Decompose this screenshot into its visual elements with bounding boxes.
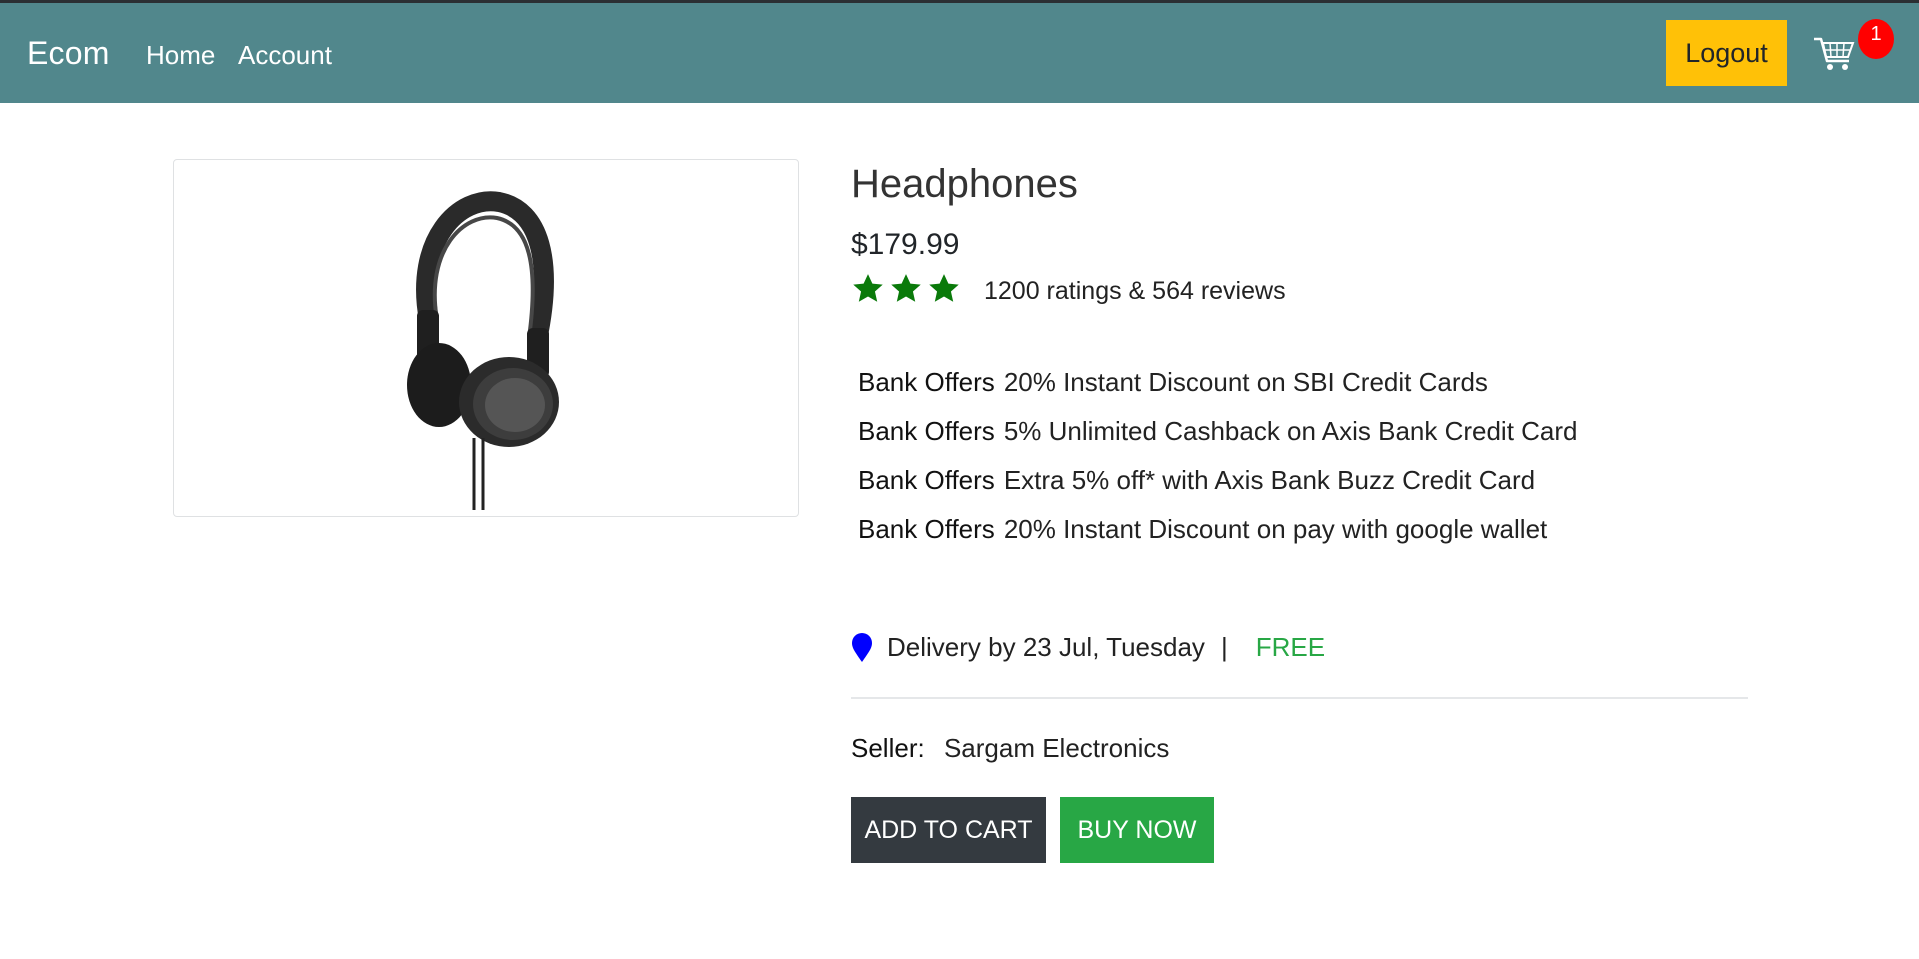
divider bbox=[851, 697, 1748, 699]
offer-label: Bank Offers bbox=[858, 367, 995, 397]
shopping-cart-icon[interactable] bbox=[1812, 31, 1856, 75]
delivery-cost: FREE bbox=[1255, 632, 1326, 662]
offer-text: 5% Unlimited Cashback on Axis Bank Credi… bbox=[1003, 416, 1578, 446]
seller-info: Seller: Sargam Electronics bbox=[851, 733, 1169, 764]
delivery-separator: | bbox=[1220, 632, 1228, 662]
star-icon bbox=[929, 274, 959, 302]
bank-offers-list: Bank Offers 20% Instant Discount on SBI … bbox=[858, 358, 1578, 554]
nav-home-link[interactable]: Home bbox=[146, 40, 215, 71]
nav-account-link[interactable]: Account bbox=[238, 40, 332, 71]
list-item: Bank Offers 20% Instant Discount on pay … bbox=[858, 505, 1578, 554]
rating-stars bbox=[851, 272, 961, 306]
rating-summary: 1200 ratings & 564 reviews bbox=[984, 277, 1286, 305]
star-icon bbox=[853, 274, 883, 302]
delivery-date: Delivery by 23 Jul, Tuesday bbox=[887, 632, 1205, 662]
offer-label: Bank Offers bbox=[858, 465, 995, 495]
offer-label: Bank Offers bbox=[858, 416, 995, 446]
offer-text: Extra 5% off* with Axis Bank Buzz Credit… bbox=[1003, 465, 1536, 495]
delivery-info: Delivery by 23 Jul, Tuesday | FREE bbox=[851, 632, 1325, 663]
navbar: Ecom Home Account Logout 1 bbox=[0, 3, 1919, 103]
add-to-cart-button[interactable]: ADD TO CART bbox=[851, 797, 1046, 863]
offer-text: 20% Instant Discount on SBI Credit Cards bbox=[1003, 367, 1488, 397]
seller-name: Sargam Electronics bbox=[943, 733, 1170, 763]
location-pin-icon bbox=[852, 632, 872, 662]
brand-logo[interactable]: Ecom bbox=[27, 35, 110, 72]
star-icon bbox=[891, 274, 921, 302]
offer-label: Bank Offers bbox=[858, 514, 995, 544]
cart-count-badge: 1 bbox=[1858, 19, 1894, 59]
headphones-image bbox=[407, 191, 559, 510]
product-price: $179.99 bbox=[851, 228, 960, 261]
seller-label: Seller: bbox=[851, 733, 925, 763]
logout-button[interactable]: Logout bbox=[1666, 20, 1787, 86]
buy-now-button[interactable]: BUY NOW bbox=[1060, 797, 1214, 863]
product-title: Headphones bbox=[851, 162, 1078, 206]
list-item: Bank Offers 20% Instant Discount on SBI … bbox=[858, 358, 1578, 407]
offer-text: 20% Instant Discount on pay with google … bbox=[1003, 514, 1548, 544]
product-image-card bbox=[173, 159, 799, 517]
list-item: Bank Offers 5% Unlimited Cashback on Axi… bbox=[858, 407, 1578, 456]
list-item: Bank Offers Extra 5% off* with Axis Bank… bbox=[858, 456, 1578, 505]
